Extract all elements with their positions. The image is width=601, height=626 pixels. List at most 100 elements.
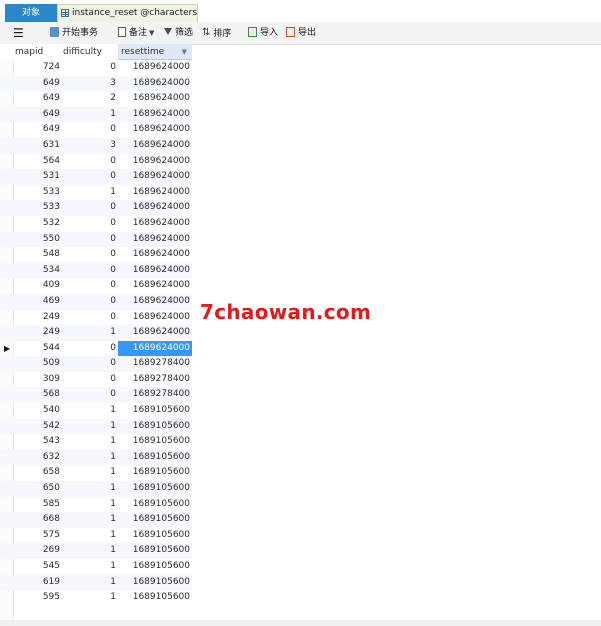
cell-mapid[interactable]: 309 bbox=[14, 372, 60, 388]
cell-mapid[interactable]: 269 bbox=[14, 543, 60, 559]
table-row[interactable]: 540 1 1689105600 bbox=[0, 403, 192, 419]
cell-resettime[interactable]: 1689105600 bbox=[118, 497, 192, 513]
cell-resettime[interactable]: 1689105600 bbox=[118, 450, 192, 466]
column-header-mapid[interactable]: mapid bbox=[15, 44, 43, 60]
column-header-resettime[interactable]: resettime ▼ bbox=[118, 44, 192, 60]
import-button[interactable]: 导入 bbox=[248, 22, 278, 45]
cell-difficulty[interactable]: 0 bbox=[62, 341, 116, 357]
cell-resettime[interactable]: 1689624000 bbox=[118, 232, 192, 248]
table-row[interactable]: 249 0 1689624000 bbox=[0, 310, 192, 326]
table-row[interactable]: 650 1 1689105600 bbox=[0, 481, 192, 497]
cell-mapid[interactable]: 650 bbox=[14, 481, 60, 497]
cell-mapid[interactable]: 649 bbox=[14, 91, 60, 107]
cell-resettime[interactable]: 1689105600 bbox=[118, 465, 192, 481]
table-row[interactable]: 548 0 1689624000 bbox=[0, 247, 192, 263]
cell-resettime[interactable]: 1689105600 bbox=[118, 559, 192, 575]
cell-difficulty[interactable]: 1 bbox=[62, 543, 116, 559]
cell-difficulty[interactable]: 1 bbox=[62, 559, 116, 575]
cell-resettime[interactable]: 1689278400 bbox=[118, 356, 192, 372]
cell-difficulty[interactable]: 2 bbox=[62, 91, 116, 107]
sort-button[interactable]: ⇅ 排序 bbox=[202, 22, 231, 45]
cell-mapid[interactable]: 532 bbox=[14, 216, 60, 232]
table-row[interactable]: 649 2 1689624000 bbox=[0, 91, 192, 107]
cell-mapid[interactable]: 544 bbox=[14, 341, 60, 357]
cell-difficulty[interactable]: 1 bbox=[62, 450, 116, 466]
cell-mapid[interactable]: 534 bbox=[14, 263, 60, 279]
begin-transaction-button[interactable]: 开始事务 bbox=[50, 22, 98, 45]
cell-mapid[interactable]: 564 bbox=[14, 154, 60, 170]
cell-resettime[interactable]: 1689624000 bbox=[118, 200, 192, 216]
cell-difficulty[interactable]: 1 bbox=[62, 107, 116, 123]
cell-resettime[interactable]: 1689105600 bbox=[118, 590, 192, 606]
table-row[interactable]: 631 3 1689624000 bbox=[0, 137, 192, 154]
cell-mapid[interactable]: 409 bbox=[14, 278, 60, 294]
cell-mapid[interactable]: 585 bbox=[14, 497, 60, 513]
cell-resettime[interactable]: 1689624000 bbox=[118, 278, 192, 294]
cell-difficulty[interactable]: 3 bbox=[62, 76, 116, 92]
table-row[interactable]: 533 0 1689624000 bbox=[0, 200, 192, 216]
table-row[interactable]: 469 0 1689624000 bbox=[0, 293, 192, 310]
cell-difficulty[interactable]: 0 bbox=[62, 169, 116, 185]
cell-resettime[interactable]: 1689105600 bbox=[118, 575, 192, 591]
cell-mapid[interactable]: 568 bbox=[14, 387, 60, 403]
table-row[interactable]: 619 1 1689105600 bbox=[0, 574, 192, 591]
cell-resettime[interactable]: 1689278400 bbox=[118, 387, 192, 403]
table-row[interactable]: 568 0 1689278400 bbox=[0, 387, 192, 404]
cell-resettime[interactable]: 1689624000 bbox=[118, 325, 192, 341]
cell-difficulty[interactable]: 3 bbox=[62, 138, 116, 154]
cell-mapid[interactable]: 668 bbox=[14, 512, 60, 528]
cell-difficulty[interactable]: 0 bbox=[62, 278, 116, 294]
cell-mapid[interactable]: 548 bbox=[14, 247, 60, 263]
cell-mapid[interactable]: 649 bbox=[14, 122, 60, 138]
cell-resettime[interactable]: 1689105600 bbox=[118, 481, 192, 497]
cell-difficulty[interactable]: 0 bbox=[62, 60, 116, 76]
cell-resettime[interactable]: 1689624000 bbox=[118, 60, 192, 76]
cell-resettime[interactable]: 1689105600 bbox=[118, 403, 192, 419]
table-row[interactable]: 533 1 1689624000 bbox=[0, 185, 192, 201]
cell-difficulty[interactable]: 0 bbox=[62, 232, 116, 248]
cell-resettime[interactable]: 1689624000 bbox=[118, 169, 192, 185]
cell-difficulty[interactable]: 1 bbox=[62, 528, 116, 544]
cell-mapid[interactable]: 531 bbox=[14, 169, 60, 185]
cell-resettime[interactable]: 1689624000 bbox=[118, 294, 192, 310]
cell-mapid[interactable]: 249 bbox=[14, 310, 60, 326]
table-row[interactable]: 531 0 1689624000 bbox=[0, 169, 192, 185]
cell-resettime[interactable]: 1689105600 bbox=[118, 528, 192, 544]
cell-difficulty[interactable]: 0 bbox=[62, 154, 116, 170]
cell-mapid[interactable]: 542 bbox=[14, 419, 60, 435]
cell-mapid[interactable]: 543 bbox=[14, 434, 60, 450]
cell-resettime[interactable]: 1689624000 bbox=[118, 216, 192, 232]
cell-mapid[interactable]: 545 bbox=[14, 559, 60, 575]
cell-resettime[interactable]: 1689624000 bbox=[118, 107, 192, 123]
cell-resettime[interactable]: 1689624000 bbox=[118, 340, 192, 357]
cell-difficulty[interactable]: 1 bbox=[62, 419, 116, 435]
cell-mapid[interactable]: 649 bbox=[14, 107, 60, 123]
cell-difficulty[interactable]: 0 bbox=[62, 387, 116, 403]
table-row[interactable]: 595 1 1689105600 bbox=[0, 590, 192, 606]
cell-difficulty[interactable]: 1 bbox=[62, 465, 116, 481]
table-row[interactable]: 550 0 1689624000 bbox=[0, 231, 192, 248]
cell-mapid[interactable]: 619 bbox=[14, 575, 60, 591]
cell-difficulty[interactable]: 0 bbox=[62, 372, 116, 388]
cell-difficulty[interactable]: 1 bbox=[62, 403, 116, 419]
table-row[interactable]: 532 0 1689624000 bbox=[0, 216, 192, 232]
cell-difficulty[interactable]: 1 bbox=[62, 575, 116, 591]
cell-resettime[interactable]: 1689278400 bbox=[118, 372, 192, 388]
table-row[interactable]: 649 3 1689624000 bbox=[0, 75, 192, 92]
cell-difficulty[interactable]: 1 bbox=[62, 325, 116, 341]
table-row[interactable]: 545 1 1689105600 bbox=[0, 559, 192, 575]
cell-resettime[interactable]: 1689105600 bbox=[118, 512, 192, 528]
table-row[interactable]: 632 1 1689105600 bbox=[0, 449, 192, 466]
cell-difficulty[interactable]: 0 bbox=[62, 310, 116, 326]
cell-mapid[interactable]: 724 bbox=[14, 60, 60, 76]
table-row[interactable]: 249 1 1689624000 bbox=[0, 325, 192, 341]
cell-mapid[interactable]: 632 bbox=[14, 450, 60, 466]
cell-difficulty[interactable]: 0 bbox=[62, 247, 116, 263]
table-row[interactable]: 269 1 1689105600 bbox=[0, 543, 192, 559]
cell-resettime[interactable]: 1689105600 bbox=[118, 419, 192, 435]
export-button[interactable]: 导出 bbox=[286, 22, 316, 45]
table-row[interactable]: 309 0 1689278400 bbox=[0, 372, 192, 388]
cell-resettime[interactable]: 1689624000 bbox=[118, 263, 192, 279]
table-row[interactable]: 575 1 1689105600 bbox=[0, 528, 192, 544]
cell-difficulty[interactable]: 0 bbox=[62, 200, 116, 216]
